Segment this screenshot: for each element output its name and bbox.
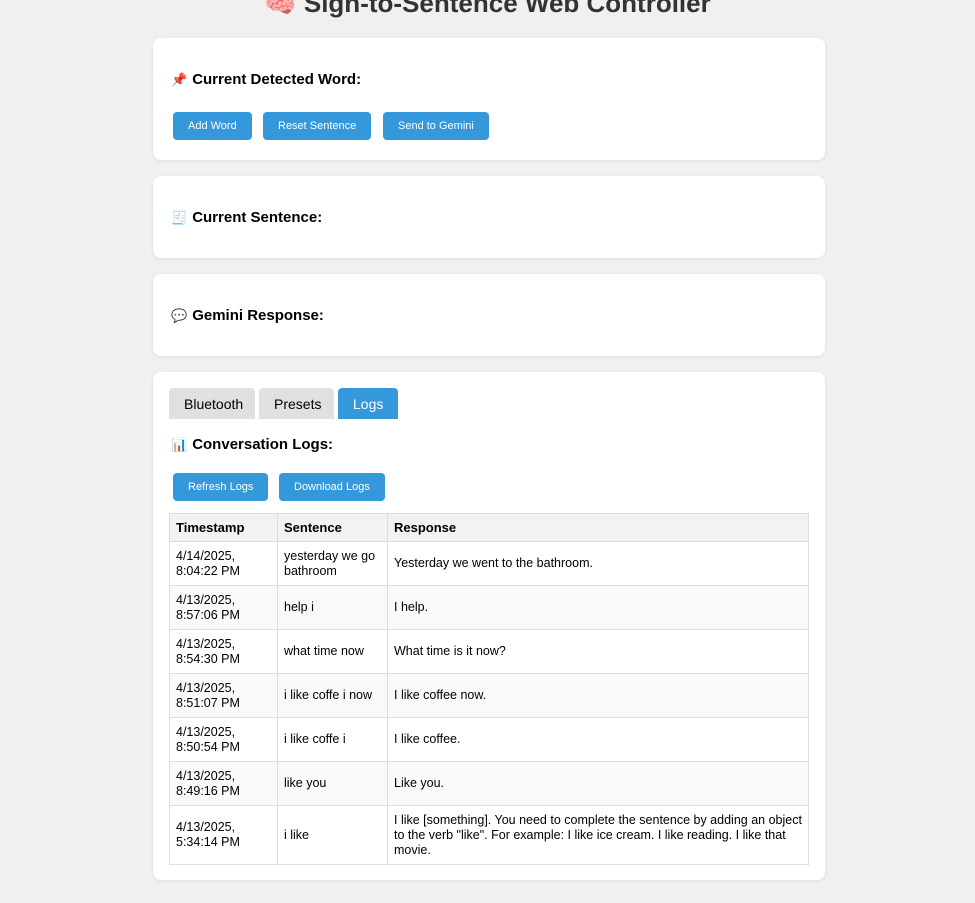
column-header-response: Response — [387, 513, 809, 542]
table-row: 4/13/2025, 8:54:30 PM what time now What… — [169, 629, 809, 674]
refresh-logs-button[interactable]: Refresh Logs — [173, 473, 269, 501]
brain-icon: 🧠 — [264, 0, 297, 18]
receipt-icon: 🧾 — [171, 210, 188, 225]
detected-word-card: 📌 Current Detected Word: Add Word Reset S… — [153, 38, 825, 160]
sentence-cell: help i — [277, 585, 388, 630]
tabs-card: Bluetooth Presets Logs 📊 Conversation Log… — [153, 372, 825, 880]
tab-presets[interactable]: Presets — [259, 388, 334, 419]
bar-chart-icon: 📊 — [171, 437, 188, 452]
response-cell: What time is it now? — [387, 629, 809, 674]
table-row: 4/13/2025, 8:50:54 PM i like coffe i I l… — [169, 717, 809, 762]
response-cell: I like coffee. — [387, 717, 809, 762]
response-cell: Like you. — [387, 761, 809, 806]
table-row: 4/13/2025, 5:34:14 PM i like I like [som… — [169, 805, 809, 865]
timestamp-cell: 4/13/2025, 8:50:54 PM — [169, 717, 278, 762]
table-row: 4/13/2025, 8:49:16 PM like you Like you. — [169, 761, 809, 806]
detected-word-label: Current Detected Word: — [192, 71, 362, 88]
response-cell: I help. — [387, 585, 809, 630]
table-header-row: Timestamp Sentence Response — [169, 513, 809, 542]
gemini-response-card: 💬 Gemini Response: — [153, 274, 825, 356]
table-row: 4/14/2025, 8:04:22 PM yesterday we go ba… — [169, 541, 809, 586]
send-to-gemini-button[interactable]: Send to Gemini — [383, 112, 489, 140]
sentence-cell: i like coffe i now — [277, 673, 388, 718]
conversation-logs-heading: 📊 Conversation Logs: — [171, 436, 333, 453]
timestamp-cell: 4/14/2025, 8:04:22 PM — [169, 541, 278, 586]
download-logs-button[interactable]: Download Logs — [279, 473, 385, 501]
table-row: 4/13/2025, 8:57:06 PM help i I help. — [169, 585, 809, 630]
detected-word-heading: 📌 Current Detected Word: — [171, 71, 361, 88]
speech-bubble-icon: 💬 — [171, 308, 188, 323]
add-word-button[interactable]: Add Word — [173, 112, 252, 140]
sentence-cell: i like coffe i — [277, 717, 388, 762]
table-row: 4/13/2025, 8:51:07 PM i like coffe i now… — [169, 673, 809, 718]
gemini-response-heading: 💬 Gemini Response: — [171, 307, 324, 324]
column-header-timestamp: Timestamp — [169, 513, 278, 542]
timestamp-cell: 4/13/2025, 8:51:07 PM — [169, 673, 278, 718]
conversation-logs-label: Conversation Logs: — [192, 436, 334, 453]
sentence-cell: like you — [277, 761, 388, 806]
gemini-response-label: Gemini Response: — [192, 307, 324, 324]
reset-sentence-button[interactable]: Reset Sentence — [263, 112, 372, 140]
current-sentence-heading: 🧾 Current Sentence: — [171, 209, 322, 226]
pushpin-icon: 📌 — [171, 72, 188, 87]
timestamp-cell: 4/13/2025, 5:34:14 PM — [169, 805, 278, 865]
logs-table: Timestamp Sentence Response 4/14/2025, 8… — [169, 513, 809, 865]
timestamp-cell: 4/13/2025, 8:57:06 PM — [169, 585, 278, 630]
response-cell: Yesterday we went to the bathroom. — [387, 541, 809, 586]
response-cell: I like coffee now. — [387, 673, 809, 718]
timestamp-cell: 4/13/2025, 8:54:30 PM — [169, 629, 278, 674]
sentence-cell: what time now — [277, 629, 388, 674]
tab-bluetooth[interactable]: Bluetooth — [169, 388, 255, 419]
sentence-cell: yesterday we go bathroom — [277, 541, 388, 586]
page-title-text: Sign-to-Sentence Web Controller — [303, 0, 711, 18]
column-header-sentence: Sentence — [277, 513, 388, 542]
tab-logs[interactable]: Logs — [338, 388, 398, 419]
response-cell: I like [something]. You need to complete… — [387, 805, 809, 865]
current-sentence-card: 🧾 Current Sentence: — [153, 176, 825, 258]
sentence-cell: i like — [277, 805, 388, 865]
timestamp-cell: 4/13/2025, 8:49:16 PM — [169, 761, 278, 806]
page-title: 🧠 Sign-to-Sentence Web Controller — [0, 0, 975, 19]
current-sentence-label: Current Sentence: — [192, 209, 323, 226]
